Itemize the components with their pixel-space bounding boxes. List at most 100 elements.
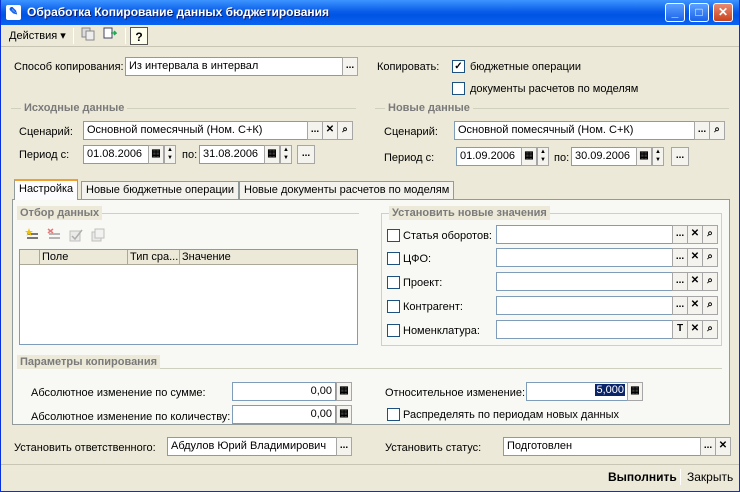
status-field[interactable]: Подготовлен [503,437,701,456]
item-account-clear-icon[interactable]: ✕ [687,225,703,244]
target-scenario-search-icon[interactable]: ⌕ [709,121,725,140]
source-to-label: по: [182,149,198,161]
up-icon: ▲ [540,149,546,155]
nomenclature-checkbox[interactable] [387,324,400,337]
counterparty-clear-icon[interactable]: ✕ [687,296,703,315]
counterparty-checkbox[interactable] [387,300,400,313]
tab-new-budget-operations[interactable]: Новые бюджетные операции [81,181,240,199]
minimize-button[interactable]: _ [665,3,685,22]
source-to-spinner[interactable]: ▲ ▼ [280,145,292,164]
app-icon: ✎ [6,5,21,20]
item-account-checkbox[interactable] [387,229,400,242]
chevron-down-icon: ▾ [60,30,66,42]
abs-sum-field[interactable]: 0,00 [232,382,336,401]
abs-sum-calculator-icon[interactable]: ▦ [336,382,352,401]
cfo-select-button[interactable]: ... [672,248,688,267]
add-row-icon[interactable] [23,228,41,246]
down-icon: ▼ [655,157,661,163]
target-period-select-button[interactable]: ... [671,147,689,166]
nomenclature-label: Номенклатура: [403,325,480,337]
toolbar: Действия ▾ ? [1,25,739,47]
status-clear-icon[interactable]: ✕ [715,437,731,456]
project-field[interactable] [496,272,673,291]
counterparty-field[interactable] [496,296,673,315]
toolbar-separator [73,28,74,44]
source-scenario-clear-icon[interactable]: ✕ [322,121,338,140]
status-select-button[interactable]: ... [700,437,716,456]
params-title: Параметры копирования [17,355,161,369]
toolbar-separator [125,28,126,44]
project-checkbox[interactable] [387,276,400,289]
fill-icon[interactable] [101,27,119,45]
check-all-icon[interactable] [67,228,85,246]
target-to-label: по: [554,152,570,164]
nomenclature-field[interactable] [496,320,673,339]
item-account-field[interactable] [496,225,673,244]
responsible-field[interactable]: Абдулов Юрий Владимирович [167,437,337,456]
target-scenario-select-button[interactable]: ... [694,121,710,140]
source-from-date-field[interactable]: 01.08.2006 [83,145,149,164]
cfo-field[interactable] [496,248,673,267]
cfo-search-icon[interactable]: ⌕ [702,248,718,267]
abs-qty-calculator-icon[interactable]: ▦ [336,405,352,424]
target-from-calendar-icon[interactable]: ▦ [521,147,537,166]
table-header-value[interactable]: Значение [180,250,357,265]
distribute-checkbox[interactable] [387,408,400,421]
run-button[interactable]: Выполнить [608,470,677,484]
responsible-select-button[interactable]: ... [336,437,352,456]
delete-row-icon[interactable] [45,228,63,246]
source-from-calendar-icon[interactable]: ▦ [148,145,164,164]
cfo-clear-icon[interactable]: ✕ [687,248,703,267]
uncheck-all-icon[interactable] [89,228,107,246]
item-account-search-icon[interactable]: ⌕ [702,225,718,244]
target-to-date-field[interactable]: 30.09.2006 [571,147,637,166]
nomenclature-search-icon[interactable]: ⌕ [702,320,718,339]
counterparty-select-button[interactable]: ... [672,296,688,315]
project-clear-icon[interactable]: ✕ [687,272,703,291]
item-account-select-button[interactable]: ... [672,225,688,244]
relative-change-field[interactable]: 5,000 [526,382,628,401]
nomenclature-text-icon[interactable]: T [672,320,688,339]
help-icon[interactable]: ? [130,27,148,45]
abs-sum-label: Абсолютное изменение по сумме: [31,387,206,399]
target-to-spinner[interactable]: ▲ ▼ [652,147,664,166]
project-select-button[interactable]: ... [672,272,688,291]
actions-menu[interactable]: Действия ▾ [9,27,66,45]
budget-operations-checkbox[interactable]: ✓ [452,60,465,73]
responsible-label: Установить ответственного: [14,442,156,454]
abs-qty-field[interactable]: 0,00 [232,405,336,424]
source-to-date-field[interactable]: 31.08.2006 [199,145,265,164]
copy-method-field[interactable]: Из интервала в интервал [125,57,343,76]
cfo-checkbox[interactable] [387,252,400,265]
table-header-comparison[interactable]: Тип сра... [128,250,180,265]
source-period-select-button[interactable]: ... [297,145,315,164]
filter-table[interactable]: Поле Тип сра... Значение [19,249,358,345]
source-scenario-search-icon[interactable]: ⌕ [337,121,353,140]
source-from-spinner[interactable]: ▲ ▼ [164,145,176,164]
close-window-button[interactable]: ✕ [713,3,733,22]
relative-change-calculator-icon[interactable]: ▦ [627,382,643,401]
source-scenario-label: Сценарий: [19,126,73,138]
source-scenario-field[interactable]: Основной помесячный (Ном. С+К) [83,121,308,140]
up-icon: ▲ [167,147,173,153]
tab-settings[interactable]: Настройка [14,179,79,200]
window: ✎ Обработка Копирование данных бюджетиро… [0,0,740,492]
table-header-field[interactable]: Поле [40,250,128,265]
nomenclature-clear-icon[interactable]: ✕ [687,320,703,339]
copy-icon[interactable] [79,27,97,45]
target-to-calendar-icon[interactable]: ▦ [636,147,652,166]
target-scenario-field[interactable]: Основной помесячный (Ном. С+К) [454,121,695,140]
counterparty-search-icon[interactable]: ⌕ [702,296,718,315]
maximize-button[interactable]: □ [689,3,709,22]
model-documents-checkbox[interactable] [452,82,465,95]
copy-method-label: Способ копирования: [14,61,124,73]
copy-method-select-button[interactable]: ... [342,57,358,76]
source-to-calendar-icon[interactable]: ▦ [264,145,280,164]
target-from-spinner[interactable]: ▲ ▼ [537,147,549,166]
tab-new-model-documents[interactable]: Новые документы расчетов по моделям [239,181,455,199]
item-account-label: Статья оборотов: [403,230,492,242]
source-scenario-select-button[interactable]: ... [307,121,323,140]
target-from-date-field[interactable]: 01.09.2006 [456,147,522,166]
project-search-icon[interactable]: ⌕ [702,272,718,291]
close-button[interactable]: Закрыть [687,470,733,484]
